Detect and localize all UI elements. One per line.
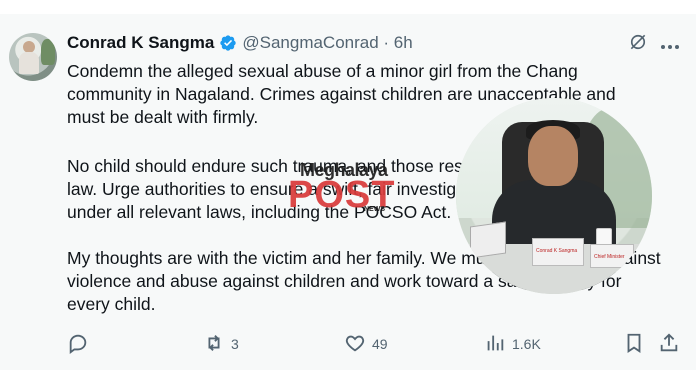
author-name[interactable]: Conrad K Sangma [67, 33, 214, 53]
retweet-icon [203, 332, 225, 357]
like-count: 49 [372, 336, 388, 352]
views-count: 1.6K [512, 336, 541, 352]
share-icon [658, 332, 680, 357]
bookmark-icon [623, 332, 645, 357]
nameplate-right: Chief Minister [594, 254, 625, 260]
nameplate-left: Conrad K Sangma [536, 248, 578, 254]
reply-icon [67, 332, 89, 357]
heart-icon [344, 332, 366, 357]
tweet-actions-bar: 3 49 1.6K [0, 330, 696, 358]
news-photo-inset: Conrad K Sangma Chief Minister [456, 98, 652, 294]
verified-badge-icon [219, 34, 237, 52]
views-button[interactable]: 1.6K [484, 330, 541, 358]
like-button[interactable]: 49 [344, 330, 388, 358]
views-icon [484, 332, 506, 357]
more-dots-icon[interactable] [660, 38, 680, 49]
tweet-line: every child. [67, 294, 156, 314]
grok-icon[interactable] [628, 32, 648, 52]
author-avatar[interactable] [9, 33, 57, 81]
tweet-header: Conrad K Sangma @SangmaConrad · 6h [67, 32, 413, 54]
share-button[interactable] [658, 330, 680, 358]
reply-button[interactable] [67, 330, 95, 358]
retweet-count: 3 [231, 336, 239, 352]
bookmark-button[interactable] [623, 330, 645, 358]
author-handle-time[interactable]: @SangmaConrad · 6h [242, 33, 412, 53]
retweet-button[interactable]: 3 [203, 330, 239, 358]
tweet-line: Condemn the alleged sexual abuse of a mi… [67, 61, 578, 81]
